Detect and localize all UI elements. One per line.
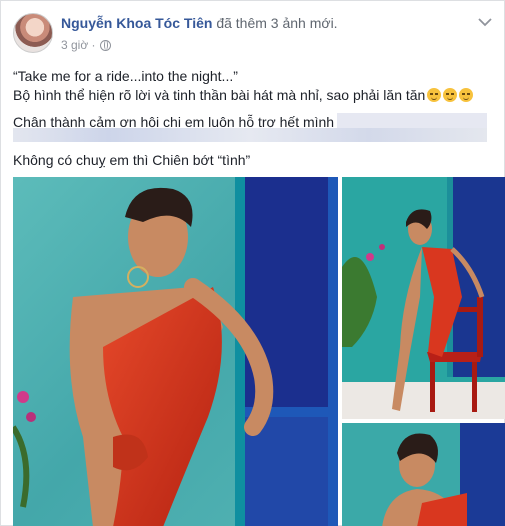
photo-2-image	[342, 177, 505, 419]
blurred-tag-line	[13, 128, 487, 142]
post-text-line-2-content: Bộ hình thể hiện rõ lời và tinh thần bài…	[13, 87, 426, 103]
photo-1[interactable]	[13, 177, 338, 526]
blurred-tags	[337, 113, 487, 129]
smirk-emoji-icon	[427, 88, 442, 102]
post-timestamp[interactable]: 3 giờ ·	[61, 38, 96, 52]
smirk-emoji-icon	[443, 88, 458, 102]
photo-3[interactable]	[342, 423, 505, 526]
author-name[interactable]: Nguyễn Khoa Tóc Tiên	[61, 15, 212, 31]
photo-2[interactable]	[342, 177, 505, 419]
author-avatar[interactable]	[13, 13, 53, 53]
post-text-line-4: Không có chuỵ em thì Chiên bớt “tình”	[13, 152, 251, 168]
facebook-post: Nguyễn Khoa Tóc Tiên đã thêm 3 ảnh mới. …	[0, 0, 505, 526]
photo-3-image	[342, 423, 505, 526]
post-action-text: đã thêm 3 ảnh mới.	[216, 15, 338, 31]
photo-1-image	[13, 177, 338, 526]
globe-icon[interactable]	[99, 39, 111, 51]
post-meta: 3 giờ ·	[61, 38, 111, 52]
post-text-line-1: “Take me for a ride...into the night...”	[13, 68, 238, 84]
smirk-emoji-icon	[459, 88, 474, 102]
post-header: Nguyễn Khoa Tóc Tiên đã thêm 3 ảnh mới.	[61, 15, 338, 31]
photo-grid	[13, 177, 505, 526]
chevron-down-icon[interactable]	[478, 17, 492, 27]
post-text-line-2: Bộ hình thể hiện rõ lời và tinh thần bài…	[13, 86, 493, 105]
